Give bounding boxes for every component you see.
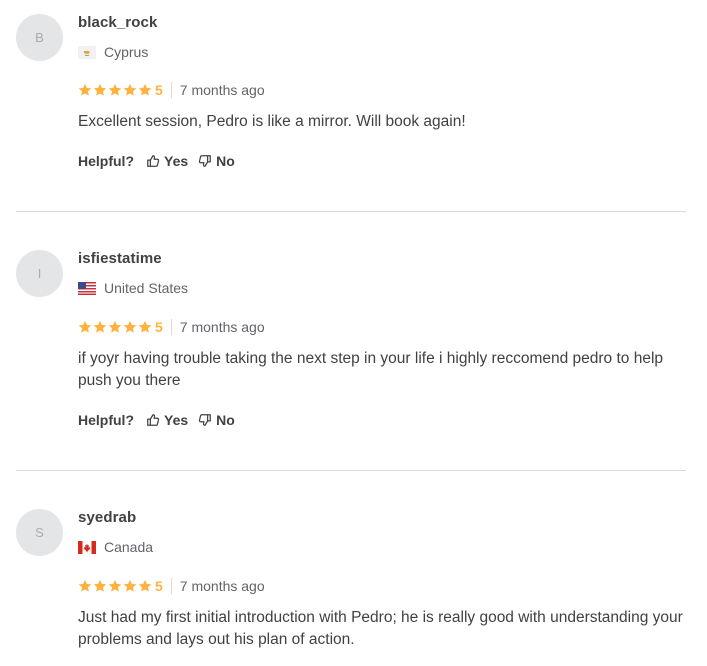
rating-row: 5 7 months ago	[78, 319, 265, 335]
thumbs-down-icon	[198, 414, 212, 426]
star-rating	[78, 83, 153, 97]
rating-row: 5 7 months ago	[78, 578, 265, 594]
rating-value: 5	[155, 82, 163, 98]
avatar-initial: I	[37, 266, 42, 281]
star-icon	[93, 320, 107, 333]
star-icon	[78, 83, 92, 96]
helpful-no-button[interactable]: No	[198, 412, 235, 428]
helpful-no-button[interactable]: No	[198, 153, 235, 169]
yes-label: Yes	[164, 412, 189, 428]
no-label: No	[216, 412, 235, 428]
us-flag-icon	[78, 281, 96, 295]
avatar[interactable]: I	[16, 250, 63, 297]
rating-row: 5 7 months ago	[78, 82, 265, 98]
rating-divider	[170, 319, 172, 335]
review-text: Excellent session, Pedro is like a mirro…	[78, 113, 466, 130]
avatar-initial: S	[35, 525, 44, 540]
star-icon	[138, 320, 152, 333]
review-text: Just had my first initial introduction w…	[78, 609, 683, 648]
star-icon	[93, 579, 107, 592]
avatar-initial: B	[35, 30, 44, 45]
rating-value: 5	[155, 319, 163, 335]
thumbs-down-icon	[198, 155, 212, 167]
star-icon	[123, 579, 137, 592]
review-text: if yoyr having trouble taking the next s…	[78, 350, 664, 389]
star-icon	[138, 579, 152, 592]
star-icon	[78, 320, 92, 333]
star-icon	[78, 579, 92, 592]
review-separator	[16, 470, 686, 471]
review-time: 7 months ago	[179, 578, 265, 594]
country-name: United States	[104, 280, 189, 296]
helpful-yes-button[interactable]: Yes	[146, 153, 188, 169]
country-name: Canada	[104, 539, 154, 555]
reviewer-username[interactable]: isfiestatime	[78, 250, 162, 267]
star-icon	[138, 83, 152, 96]
helpful-row: Helpful? Yes No	[78, 412, 245, 428]
helpful-label: Helpful?	[78, 153, 134, 169]
star-icon	[123, 320, 137, 333]
review-time: 7 months ago	[179, 82, 265, 98]
helpful-yes-button[interactable]: Yes	[146, 412, 188, 428]
star-icon	[93, 83, 107, 96]
yes-label: Yes	[164, 153, 189, 169]
review-separator	[16, 211, 686, 212]
star-icon	[108, 579, 122, 592]
reviewer-username[interactable]: black_rock	[78, 14, 157, 31]
rating-value: 5	[155, 578, 163, 594]
reviewer-country: United States	[78, 280, 188, 296]
avatar[interactable]: S	[16, 509, 63, 556]
review-time: 7 months ago	[179, 319, 265, 335]
star-icon	[108, 83, 122, 96]
avatar[interactable]: B	[16, 14, 63, 61]
helpful-row: Helpful? Yes No	[78, 153, 245, 169]
star-icon	[123, 83, 137, 96]
thumbs-up-icon	[147, 414, 160, 426]
country-name: Cyprus	[104, 44, 149, 60]
helpful-label: Helpful?	[78, 412, 134, 428]
star-icon	[108, 320, 122, 333]
thumbs-up-icon	[147, 155, 160, 167]
star-rating	[78, 579, 153, 593]
reviewer-country: Canada	[78, 539, 153, 555]
reviewer-username[interactable]: syedrab	[78, 509, 136, 526]
no-label: No	[216, 153, 235, 169]
rating-divider	[170, 82, 172, 98]
rating-divider	[170, 578, 172, 594]
cyprus-flag-icon	[78, 45, 96, 59]
star-rating	[78, 320, 153, 334]
canada-flag-icon	[78, 540, 96, 554]
reviewer-country: Cyprus	[78, 44, 148, 60]
